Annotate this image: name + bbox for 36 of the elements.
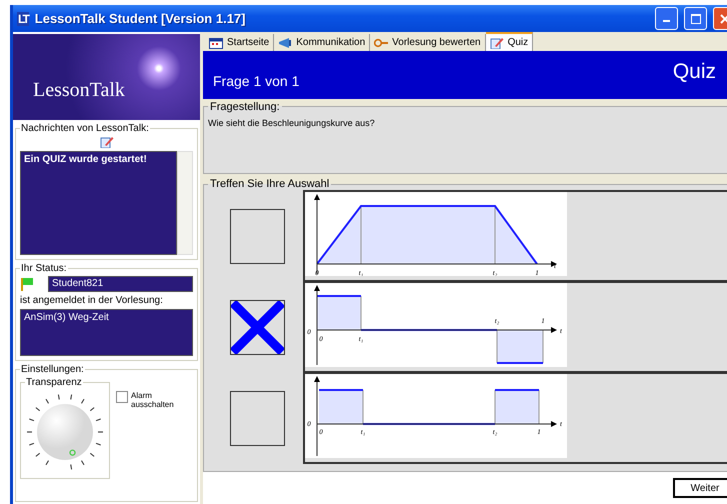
scrollbar[interactable]	[177, 151, 193, 255]
lecture-caption: ist angemeldet in der Vorlesung:	[20, 295, 164, 306]
flag-icon	[20, 277, 34, 291]
username-field: Student821	[48, 276, 193, 292]
maximize-button[interactable]	[684, 7, 707, 30]
tab[interactable]: Quiz	[486, 32, 534, 51]
maximize-icon	[690, 14, 700, 24]
checkbox-label: Alarm ausschalten	[131, 391, 175, 411]
key-icon	[374, 36, 388, 48]
lecture-field: AnSim(3) Weg-Zeit	[20, 309, 193, 356]
megaphone-icon	[278, 36, 292, 48]
group-title: Transparenz	[25, 377, 83, 388]
group-title: Treffen Sie Ihre Auswahl	[209, 178, 330, 190]
next-button[interactable]: Weiter	[673, 478, 727, 498]
question-counter: Frage 1 von 1	[213, 72, 300, 89]
cross-mark-icon	[231, 300, 284, 354]
notepad-icon	[100, 136, 114, 148]
close-icon	[720, 14, 727, 24]
minimize-button[interactable]	[655, 7, 678, 30]
message-box: Ein QUIZ wurde gestartet!	[20, 151, 177, 255]
group-title: Fragestellung:	[209, 100, 281, 113]
group-title: Ihr Status:	[20, 263, 68, 274]
group-title: Einstellungen:	[20, 364, 85, 375]
header-title: Quiz	[672, 60, 716, 84]
alarm-checkbox[interactable]: Alarm ausschalten	[116, 391, 176, 479]
logo: LessonTalk	[13, 34, 200, 120]
checkbox[interactable]	[116, 391, 128, 403]
calendar-icon	[209, 36, 223, 48]
answer-checkbox[interactable]	[230, 208, 285, 264]
notepad-icon	[490, 36, 504, 48]
group-title: Nachrichten von LessonTalk:	[20, 123, 150, 134]
answer-checkbox[interactable]	[230, 300, 285, 355]
window-title: LessonTalk Student [Version 1.17]	[34, 11, 246, 26]
app-icon: LT	[17, 12, 29, 26]
answer-checkbox[interactable]	[230, 390, 285, 446]
question-text: Wie sieht die Beschleunigungskurve aus?	[208, 118, 375, 128]
